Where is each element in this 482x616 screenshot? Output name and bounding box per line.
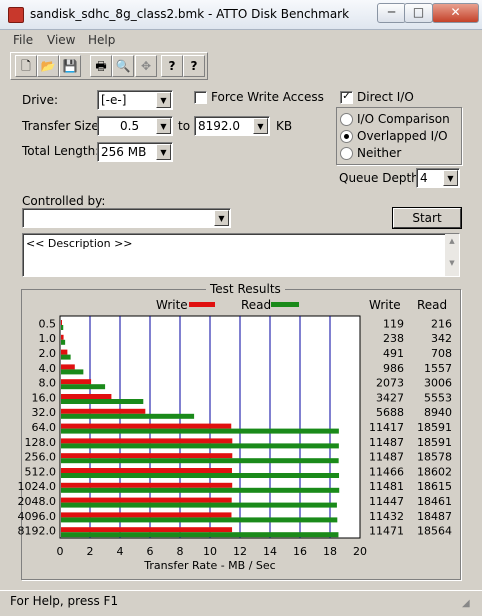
x-tick-label: 2 [87, 545, 94, 558]
write-value: 11487 [369, 451, 404, 464]
x-tick-label: 8 [177, 545, 184, 558]
read-value: 8940 [424, 406, 452, 419]
bar-read [61, 339, 66, 345]
resize-grip-icon[interactable]: ◢ [462, 598, 470, 609]
y-tick-label: 512.0 [25, 465, 57, 478]
write-value: 11447 [369, 495, 404, 508]
bar-read [61, 413, 195, 419]
read-value: 342 [431, 332, 452, 345]
bar-read [61, 517, 338, 523]
y-tick-label: 8192.0 [18, 525, 57, 538]
x-tick-label: 4 [117, 545, 124, 558]
x-tick-label: 14 [263, 545, 277, 558]
write-value: 11481 [369, 480, 404, 493]
write-value: 11417 [369, 421, 404, 434]
bar-write [61, 482, 233, 488]
read-value: 1557 [424, 362, 452, 375]
read-value: 18602 [417, 465, 452, 478]
bar-read [61, 384, 106, 390]
y-tick-label: 0.5 [39, 317, 57, 330]
status-text: For Help, press F1 [10, 594, 119, 608]
y-tick-label: 1.0 [39, 332, 57, 345]
y-tick-label: 8.0 [39, 377, 57, 390]
read-value: 216 [431, 317, 452, 330]
bar-write [61, 349, 68, 355]
read-value: 18578 [417, 451, 452, 464]
bar-read [61, 473, 340, 478]
y-tick-label: 2.0 [39, 347, 57, 360]
bar-write [61, 512, 232, 518]
y-tick-label: 256.0 [25, 451, 57, 464]
read-value: 18487 [417, 510, 452, 523]
y-tick-label: 32.0 [32, 406, 57, 419]
x-tick-label: 12 [233, 545, 247, 558]
y-tick-label: 4.0 [39, 362, 57, 375]
bar-read [61, 369, 84, 375]
bar-write [61, 379, 92, 385]
write-value: 11487 [369, 436, 404, 449]
write-value: 2073 [376, 377, 404, 390]
write-value: 11432 [369, 510, 404, 523]
transfer-rate-chart: 0 2 4 6 8 10 12 14 16 18 20 Transfer Rate - MB / Se… [18, 315, 452, 572]
read-value: 3006 [424, 377, 452, 390]
bar-read [61, 428, 339, 434]
x-axis-label: Transfer Rate - MB / Sec [143, 559, 275, 572]
bar-read [61, 502, 337, 508]
write-value: 119 [383, 317, 404, 330]
y-tick-label: 128.0 [25, 436, 57, 449]
bar-write [61, 320, 62, 325]
read-value: 18615 [417, 480, 452, 493]
bar-write [61, 527, 233, 533]
bar-read [61, 354, 71, 360]
bar-write [61, 453, 233, 459]
x-tick-label: 0 [57, 545, 64, 558]
read-value: 5553 [424, 391, 452, 404]
read-value: 18591 [417, 436, 452, 449]
bar-write [61, 438, 233, 444]
write-value: 238 [383, 332, 404, 345]
bar-write [61, 394, 112, 399]
bar-read [61, 443, 339, 449]
x-tick-label: 20 [353, 545, 367, 558]
bar-read [61, 325, 64, 330]
bar-write [61, 423, 232, 429]
bar-write [61, 364, 75, 370]
y-tick-label: 64.0 [32, 421, 57, 434]
bar-read [61, 532, 339, 538]
y-tick-label: 2048.0 [18, 495, 57, 508]
write-value: 5688 [376, 406, 404, 419]
write-value: 3427 [376, 391, 404, 404]
write-value: 11471 [369, 525, 404, 538]
x-tick-label: 16 [293, 545, 307, 558]
read-value: 18461 [417, 495, 452, 508]
x-tick-label: 6 [147, 545, 154, 558]
x-tick-label: 18 [323, 545, 337, 558]
bar-read [61, 458, 339, 464]
bar-write [61, 408, 146, 414]
read-value: 18591 [417, 421, 452, 434]
y-tick-label: 4096.0 [18, 510, 57, 523]
bar-read [61, 399, 144, 404]
bar-write [61, 334, 64, 340]
x-tick-label: 10 [203, 545, 217, 558]
bar-read [61, 487, 340, 493]
y-tick-label: 1024.0 [18, 480, 57, 493]
bar-write [61, 497, 232, 503]
bar-write [61, 468, 232, 473]
write-value: 986 [383, 362, 404, 375]
y-tick-label: 16.0 [32, 391, 57, 404]
read-value: 708 [431, 347, 452, 360]
write-value: 11466 [369, 465, 404, 478]
write-value: 491 [383, 347, 404, 360]
read-value: 18564 [417, 525, 452, 538]
